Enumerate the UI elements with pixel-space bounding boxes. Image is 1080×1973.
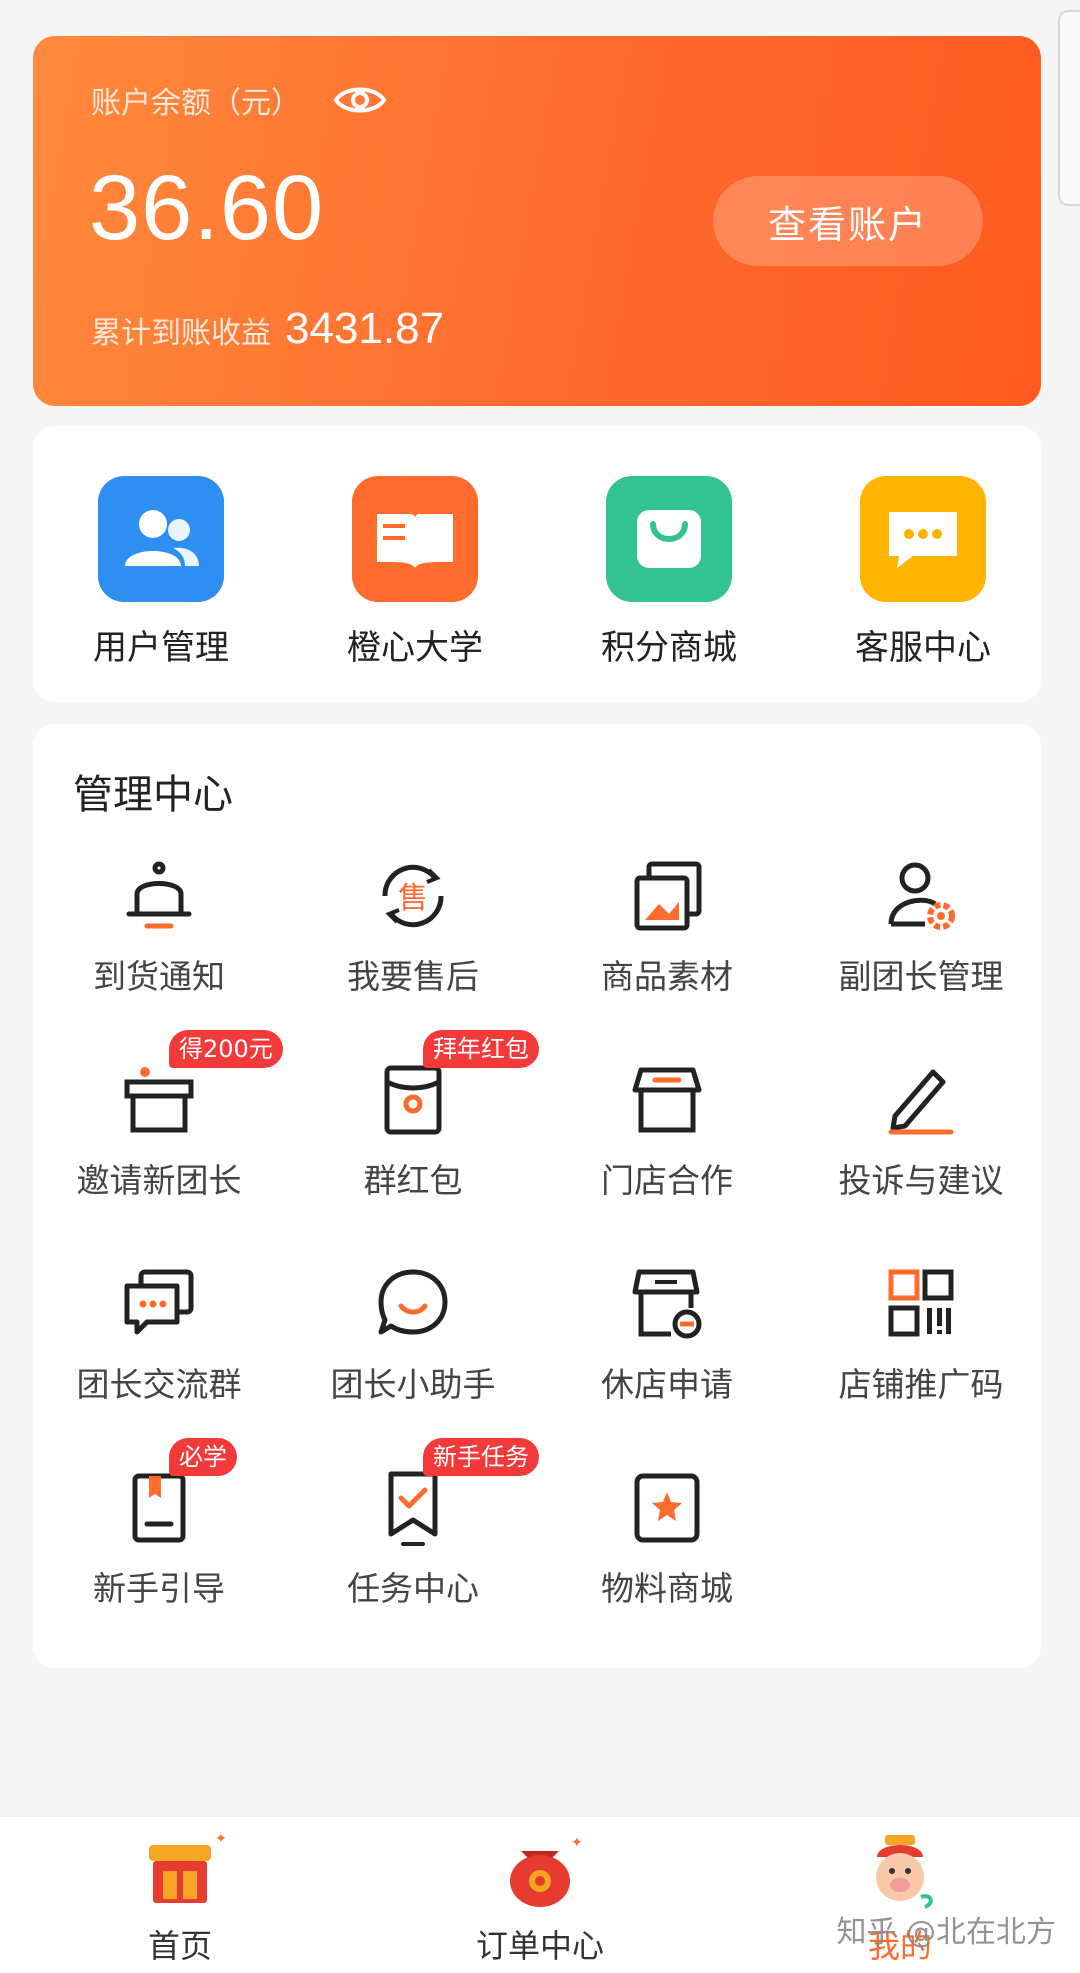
star-box-icon [627,1468,707,1548]
mgmt-materials-mall[interactable]: 物料商城 [552,1468,782,1610]
shortcut-label: 积分商城 [601,628,737,668]
chat-icon [860,476,986,602]
mgmt-label: 商品素材 [601,957,733,996]
cumulative-value: 3431.87 [285,304,445,353]
guide-book-icon: 必学 [119,1438,237,1548]
view-account-button[interactable]: 查看账户 [713,176,983,266]
gallery-icon [627,856,707,936]
management-title: 管理中心 [73,772,233,818]
assistant-chat-icon [373,1264,453,1344]
svg-text:✦: ✦ [215,1831,225,1847]
mgmt-complaints[interactable]: 投诉与建议 [806,1060,1036,1202]
mgmt-label: 店铺推广码 [838,1365,1004,1404]
mgmt-leader-group[interactable]: 团长交流群 [44,1264,274,1406]
mgmt-promo-code[interactable]: 店铺推广码 [806,1264,1036,1406]
mgmt-beginner-guide[interactable]: 必学 新手引导 [44,1438,274,1610]
pen-icon [881,1060,961,1140]
after-sale-glyph: 售 [398,881,428,916]
store-icon [627,1060,707,1140]
badge-red-envelope: 拜年红包 [423,1030,539,1068]
mgmt-invite-leader[interactable]: 得200元 邀请新团长 [44,1030,283,1202]
mgmt-label: 群红包 [363,1161,463,1200]
cumulative-label: 累计到账收益 [91,316,271,351]
mgmt-label: 团长小助手 [330,1365,496,1404]
users-icon [98,476,224,602]
nav-orders[interactable]: ✦ 订单中心 [440,1827,640,1967]
mgmt-store-cooperation[interactable]: 门店合作 [552,1060,782,1202]
gift-box-icon: 得200元 [119,1030,283,1140]
eye-icon[interactable] [333,80,387,120]
home-shop-icon: ✦ [135,1827,227,1917]
mgmt-group-red-envelope[interactable]: 拜年红包 群红包 [298,1030,539,1202]
shopping-bag-icon [606,476,732,602]
shortcut-points-mall[interactable]: 积分商城 [574,476,764,669]
mgmt-label: 邀请新团长 [76,1161,242,1200]
management-card: 管理中心 到货通知 售 我要售后 商品素材 副团长管理 得200元 邀请新团长 … [33,724,1041,1668]
mgmt-label: 到货通知 [93,957,225,996]
store-closed-icon [627,1264,707,1344]
mgmt-arrival-notice[interactable]: 到货通知 [44,856,274,998]
red-envelope-icon: 拜年红包 [373,1030,539,1140]
bottom-nav: ✦ 首页 ✦ 订单中心 我的 知乎 @北在北方 [0,1816,1080,1973]
task-bookmark-icon: 新手任务 [373,1438,539,1548]
balance-label: 账户余额（元） [91,86,301,121]
book-icon [352,476,478,602]
scroll-indicator [1058,10,1080,206]
shortcut-user-management[interactable]: 用户管理 [66,476,256,669]
mgmt-label: 物料商城 [601,1569,733,1608]
balance-amount: 36.60 [89,157,325,259]
user-gear-icon [881,856,961,936]
shortcut-orange-university[interactable]: 橙心大学 [320,476,510,669]
mgmt-label: 门店合作 [601,1161,733,1200]
mgmt-label: 投诉与建议 [838,1161,1004,1200]
nav-label: 订单中心 [475,1927,604,1965]
nav-home[interactable]: ✦ 首页 [80,1827,280,1967]
bell-icon [119,856,199,936]
mgmt-label: 副团长管理 [838,957,1004,996]
badge-guide: 必学 [169,1438,237,1476]
shortcut-label: 客服中心 [855,628,991,668]
balance-label-row: 账户余额（元） [91,78,387,122]
shortcut-customer-service[interactable]: 客服中心 [828,476,1018,669]
mgmt-task-center[interactable]: 新手任务 任务中心 [298,1438,539,1610]
mgmt-label: 团长交流群 [76,1365,242,1404]
badge-task: 新手任务 [423,1438,539,1476]
shortcut-label: 橙心大学 [347,628,483,668]
mgmt-leader-assistant[interactable]: 团长小助手 [298,1264,528,1406]
mgmt-deputy-leader[interactable]: 副团长管理 [806,856,1036,998]
mgmt-label: 新手引导 [93,1569,225,1608]
mgmt-after-sale[interactable]: 售 我要售后 [298,856,528,998]
mgmt-label: 我要售后 [347,957,479,996]
balance-card: 账户余额（元） 36.60 查看账户 累计到账收益 3431.87 [33,36,1041,406]
mgmt-label: 任务中心 [347,1569,479,1608]
svg-text:✦: ✦ [571,1835,583,1851]
order-bag-icon: ✦ [495,1827,585,1917]
after-sale-icon: 售 [373,856,453,936]
watermark: 知乎 @北在北方 [836,1915,1056,1950]
cumulative-earnings: 累计到账收益 3431.87 [91,304,444,354]
mgmt-label: 休店申请 [601,1365,733,1404]
mgmt-product-materials[interactable]: 商品素材 [552,856,782,998]
group-chat-icon [119,1264,199,1344]
nav-label: 首页 [147,1927,212,1965]
shortcut-card: 用户管理 橙心大学 积分商城 客服中心 [33,426,1041,702]
badge-invite: 得200元 [169,1030,283,1068]
mgmt-store-closure[interactable]: 休店申请 [552,1264,782,1406]
shortcut-label: 用户管理 [93,628,229,668]
qr-code-icon [881,1264,961,1344]
mascot-avatar-icon [855,1827,945,1917]
